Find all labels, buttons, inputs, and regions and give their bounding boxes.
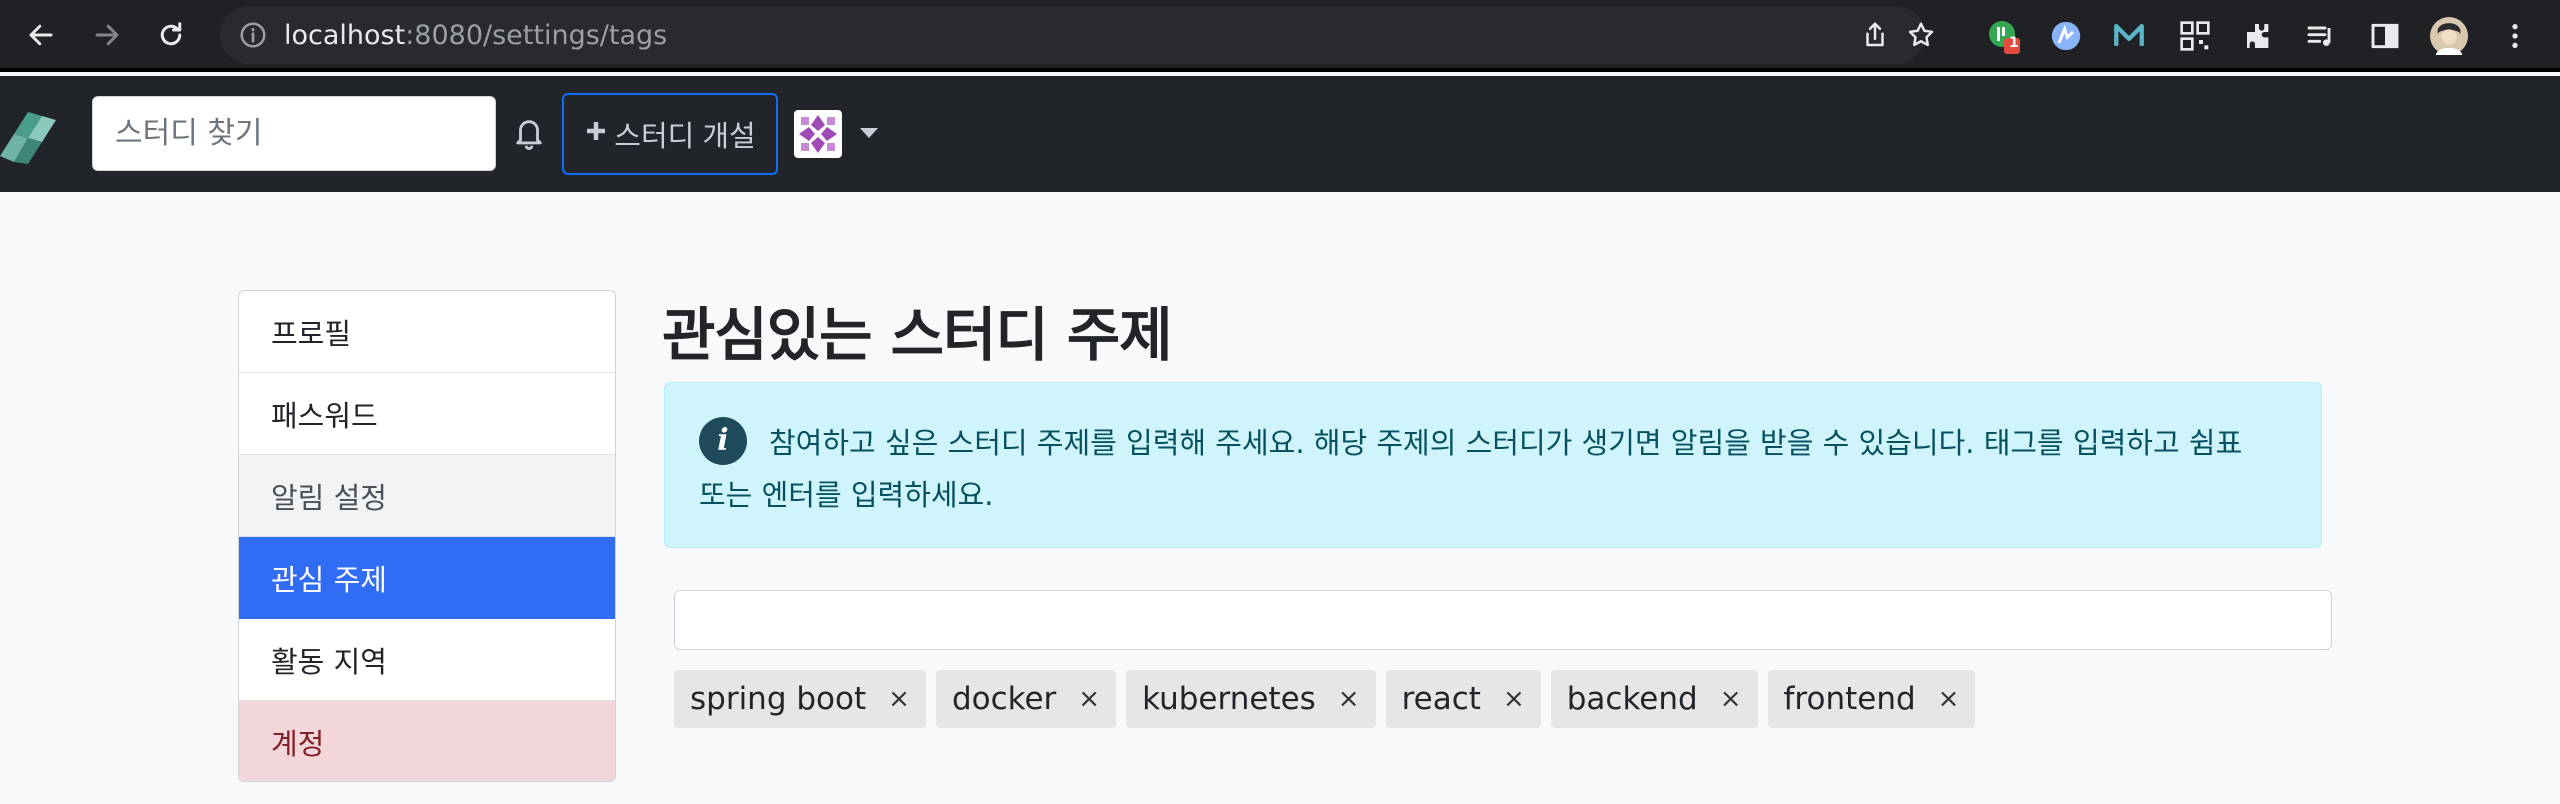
user-avatar[interactable]	[794, 110, 842, 158]
sidebar-item-zones[interactable]: 활동 지역	[239, 619, 615, 701]
alert-text-line2: 또는 엔터를 입력하세요.	[699, 478, 994, 512]
extension-badge-count: 1	[2009, 35, 2019, 51]
forward-icon[interactable]	[86, 14, 128, 56]
share-icon[interactable]	[1860, 20, 1890, 54]
tag-list: spring boot × docker × kubernetes × react × …	[674, 670, 1976, 728]
tag-label: docker	[951, 681, 1057, 717]
sidebar-item-label: 알림 설정	[271, 480, 387, 515]
sidebar-item-profile[interactable]: 프로필	[239, 291, 615, 373]
side-panel-icon[interactable]	[2366, 17, 2404, 55]
site-info-icon[interactable]	[238, 20, 268, 54]
tag-chip: backend ×	[1550, 670, 1758, 728]
menu-kebab-icon[interactable]	[2496, 17, 2534, 55]
tag-chip: kubernetes ×	[1126, 670, 1376, 728]
media-queue-icon[interactable]	[2302, 17, 2340, 55]
info-alert: i 참여하고 싶은 스터디 주제를 입력해 주세요. 해당 주제의 스터디가 생기…	[664, 382, 2322, 548]
tag-label: react	[1401, 681, 1481, 717]
tag-remove-button[interactable]: ×	[1503, 684, 1525, 714]
profile-avatar-icon[interactable]	[2430, 17, 2468, 55]
m-extension-icon[interactable]	[2110, 17, 2148, 55]
tag-chip: frontend ×	[1767, 670, 1976, 728]
address-bar[interactable]: localhost:8080/settings/tags	[220, 6, 1934, 64]
sidebar-item-notifications[interactable]: 알림 설정	[239, 455, 615, 537]
sidebar-item-label: 패스워드	[271, 398, 378, 433]
brand-logo-icon[interactable]	[0, 104, 60, 168]
alert-text-line1: 참여하고 싶은 스터디 주제를 입력해 주세요. 해당 주제의 스터디가 생기면…	[769, 426, 2243, 460]
tag-label: spring boot	[690, 681, 867, 717]
open-study-button[interactable]: 스터디 개설	[562, 93, 778, 175]
settings-sidebar: 프로필 패스워드 알림 설정 관심 주제 활동 지역 계정	[238, 290, 616, 782]
bookmark-star-icon[interactable]	[1906, 20, 1936, 54]
sidebar-item-label: 활동 지역	[271, 644, 387, 679]
url-path: :8080/settings/tags	[405, 20, 668, 51]
url-host: localhost	[284, 20, 406, 51]
tag-chip: spring boot ×	[674, 670, 926, 728]
app-navbar: 스터디 개설	[0, 76, 2560, 192]
reload-icon[interactable]	[150, 14, 192, 56]
extensions-puzzle-icon[interactable]	[2240, 17, 2278, 55]
tag-chip: docker ×	[935, 670, 1117, 728]
tag-label: backend	[1566, 681, 1698, 717]
plus-icon	[584, 118, 608, 151]
compass-extension-icon[interactable]	[2047, 17, 2085, 55]
tag-chip: react ×	[1385, 670, 1541, 728]
sidebar-item-label: 관심 주제	[271, 562, 387, 597]
page-title: 관심있는 스터디 주제	[662, 301, 1173, 369]
chevron-down-icon[interactable]	[860, 128, 878, 138]
tag-remove-button[interactable]: ×	[1078, 684, 1100, 714]
sidebar-item-label: 프로필	[271, 316, 352, 351]
tag-remove-button[interactable]: ×	[1938, 684, 1960, 714]
info-icon: i	[699, 417, 747, 465]
tag-label: kubernetes	[1142, 681, 1316, 717]
study-search-input[interactable]	[92, 96, 496, 171]
url-text: localhost:8080/settings/tags	[284, 20, 667, 51]
tag-remove-button[interactable]: ×	[1720, 684, 1742, 714]
extension-badge-icon[interactable]: 1	[1985, 17, 2023, 55]
tag-input[interactable]	[674, 590, 2332, 650]
sidebar-item-label: 계정	[271, 727, 325, 761]
sidebar-item-tags[interactable]: 관심 주제	[239, 537, 615, 619]
tag-label: frontend	[1783, 681, 1916, 717]
notification-bell-icon[interactable]	[512, 114, 546, 156]
sidebar-item-account[interactable]: 계정	[239, 701, 615, 781]
open-study-label: 스터디 개설	[614, 121, 756, 153]
tag-remove-button[interactable]: ×	[888, 684, 910, 714]
qr-code-icon[interactable]	[2176, 17, 2214, 55]
sidebar-item-password[interactable]: 패스워드	[239, 373, 615, 455]
browser-toolbar: localhost:8080/settings/tags 1	[0, 0, 2560, 72]
back-icon[interactable]	[20, 14, 62, 56]
tag-remove-button[interactable]: ×	[1338, 684, 1360, 714]
